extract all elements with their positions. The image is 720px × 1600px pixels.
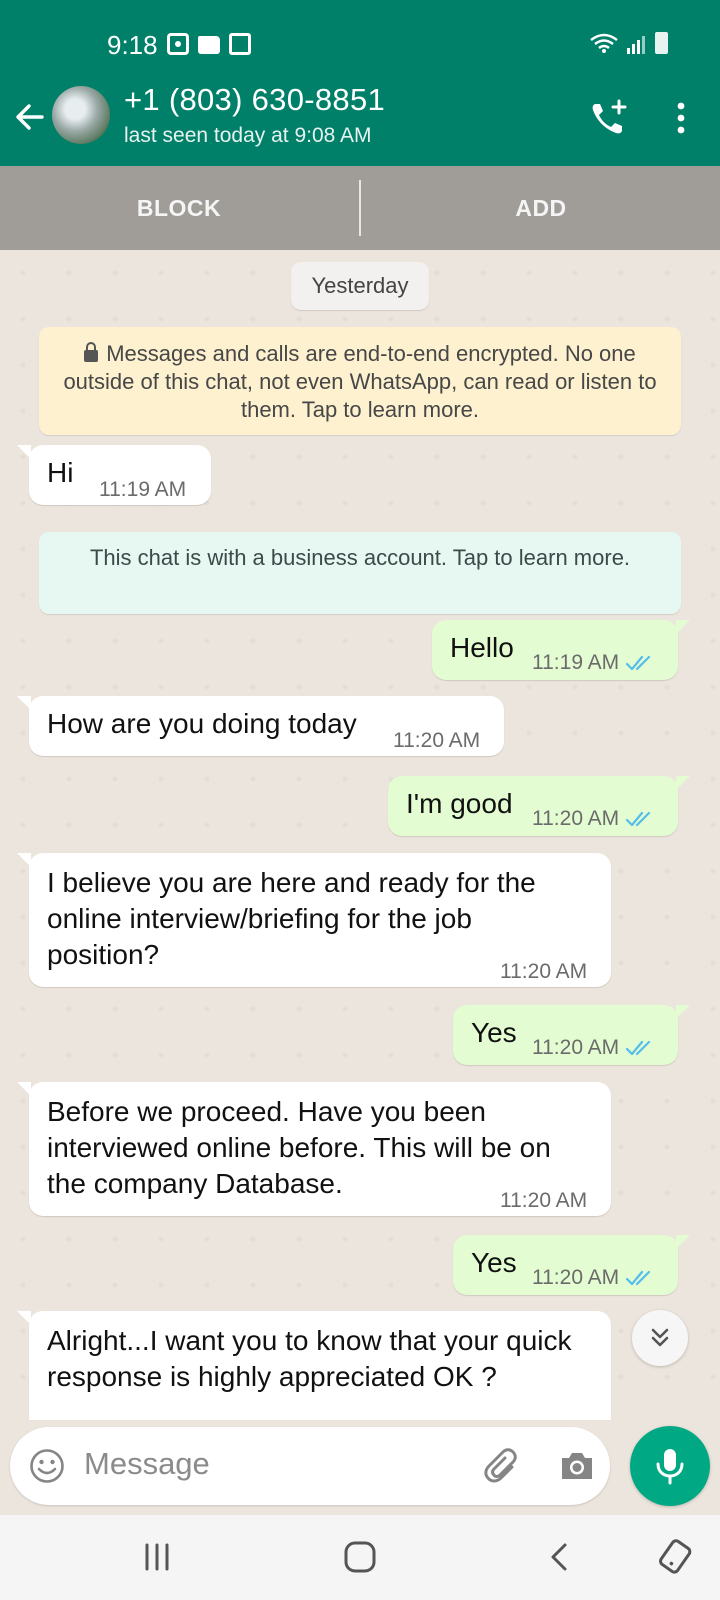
chat-area[interactable]: Yesterday Messages and calls are end-to-… <box>0 250 720 1420</box>
message-text: I'm good <box>406 788 513 819</box>
last-seen: last seen today at 9:08 AM <box>124 124 372 147</box>
double-check-icon <box>626 655 651 671</box>
encryption-notice[interactable]: Messages and calls are end-to-end encryp… <box>39 327 681 435</box>
message-bubble-out[interactable]: Yes 11:20 AM <box>453 1005 690 1066</box>
message-text: Yes <box>471 1017 517 1048</box>
message-time: 11:19 AM <box>99 472 186 508</box>
message-composer: Message <box>10 1427 610 1505</box>
microphone-icon <box>656 1449 684 1485</box>
message-text: Yes <box>471 1247 517 1278</box>
message-time-text: 11:19 AM <box>532 651 620 674</box>
double-chevron-down-icon <box>651 1328 669 1347</box>
system-navigation-bar <box>0 1515 720 1600</box>
gallery-icon <box>229 33 251 55</box>
message-bubble-in[interactable]: Before we proceed. Have you been intervi… <box>17 1082 611 1219</box>
message-bubble-in[interactable]: I believe you are here and ready for the… <box>17 853 611 990</box>
status-time: 9:18 <box>107 30 158 60</box>
chat-header: +1 (803) 630-8851 last seen today at 9:0… <box>0 82 720 166</box>
status-bar: 9:18 <box>0 0 720 84</box>
double-check-icon <box>626 1040 651 1056</box>
message-meta: 11:20 AM <box>393 723 480 759</box>
message-meta: 11:20 AM <box>532 1260 653 1296</box>
wifi-icon <box>590 33 618 53</box>
more-vertical-icon[interactable] <box>670 100 692 136</box>
system-icons <box>589 32 668 54</box>
message-meta: 11:20 AM <box>500 954 587 990</box>
add-call-icon[interactable] <box>588 98 628 138</box>
date-chip: Yesterday <box>291 262 429 310</box>
paperclip-icon[interactable] <box>482 1445 524 1487</box>
message-text: How are you doing today <box>47 708 357 739</box>
message-input[interactable]: Message <box>84 1446 210 1482</box>
message-bubble-out[interactable]: I'm good 11:20 AM <box>388 776 690 837</box>
add-button[interactable]: ADD <box>362 166 720 250</box>
message-time-text: 11:20 AM <box>500 960 588 983</box>
message-text: Hello <box>450 632 514 663</box>
recent-apps-icon[interactable] <box>137 1537 177 1577</box>
message-meta: 11:20 AM <box>500 1183 587 1219</box>
message-meta: 11:20 AM <box>532 1030 653 1066</box>
arrow-left-icon[interactable] <box>12 99 48 135</box>
message-text: Alright...I want you to know that your q… <box>47 1325 572 1392</box>
message-bubble-out[interactable]: Yes 11:20 AM <box>453 1235 690 1296</box>
notification-icons <box>167 33 251 55</box>
contact-name[interactable]: +1 (803) 630-8851 <box>124 82 385 118</box>
message-time-text: 11:20 AM <box>532 1036 620 1059</box>
message-time-text: 11:20 AM <box>500 1189 588 1212</box>
message-time-text: 11:20 AM <box>393 729 481 752</box>
voice-record-button[interactable] <box>630 1426 710 1506</box>
avatar[interactable] <box>52 86 110 144</box>
message-bubble-in[interactable]: How are you doing today 11:20 AM <box>17 696 504 759</box>
message-bubble-in[interactable]: Hi 11:19 AM <box>17 445 211 508</box>
screenshot-icon <box>167 33 189 55</box>
message-bubble-in[interactable]: Alright...I want you to know that your q… <box>17 1311 611 1420</box>
double-check-icon <box>626 811 651 827</box>
scroll-to-bottom-button[interactable] <box>632 1310 688 1366</box>
block-button[interactable]: BLOCK <box>0 166 358 250</box>
message-bubble-out[interactable]: Hello 11:19 AM <box>432 620 690 681</box>
encryption-notice-text: Messages and calls are end-to-end encryp… <box>63 341 657 422</box>
message-time-text: 11:20 AM <box>532 807 620 830</box>
home-icon[interactable] <box>340 1537 380 1577</box>
double-check-icon <box>626 1270 651 1286</box>
message-text: Hi <box>47 457 74 488</box>
emoji-icon[interactable] <box>29 1448 65 1484</box>
camera-icon[interactable] <box>558 1447 596 1485</box>
folder-icon <box>198 36 220 54</box>
message-time-text: 11:20 AM <box>532 1266 620 1289</box>
message-meta: 11:19 AM <box>532 645 653 681</box>
battery-icon <box>655 32 668 54</box>
business-notice[interactable]: This chat is with a business account. Ta… <box>39 532 681 614</box>
message-time-text: 11:19 AM <box>99 478 187 501</box>
lock-icon <box>84 342 99 362</box>
divider <box>359 180 361 236</box>
signal-icon <box>627 36 645 54</box>
business-action-bar: BLOCK ADD <box>0 166 720 250</box>
rotate-screen-icon[interactable] <box>656 1537 696 1577</box>
message-meta: 11:20 AM <box>532 801 653 837</box>
back-nav-icon[interactable] <box>541 1537 581 1577</box>
